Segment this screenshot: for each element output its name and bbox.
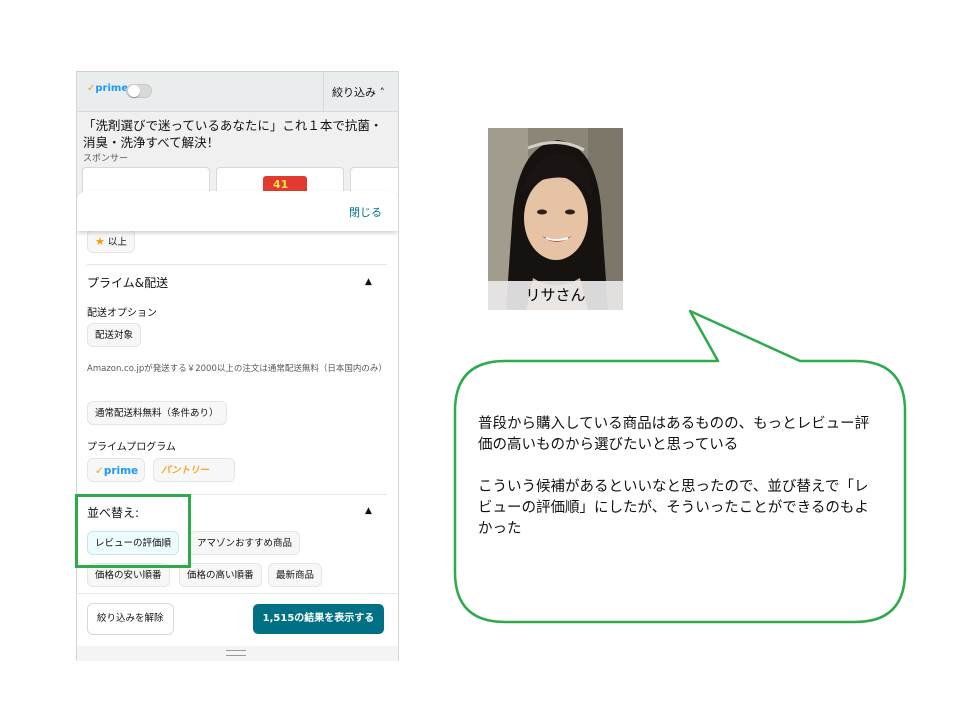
- comment-paragraph: 普段から購入している商品はあるものの、もっとレビュー評価の高いものから選びたいと…: [478, 416, 870, 453]
- close-button[interactable]: 閉じる: [349, 204, 382, 220]
- sheet-header: 閉じる: [77, 191, 398, 231]
- speech-bubble: [453, 309, 907, 624]
- comment-text: 普段から購入している商品はあるものの、もっとレビュー評価の高いものから選びたいと…: [478, 414, 878, 540]
- comment-paragraph: こういう候補があるといいなと思ったので、並び替えで「レビューの評価順」にしたが、…: [478, 479, 869, 537]
